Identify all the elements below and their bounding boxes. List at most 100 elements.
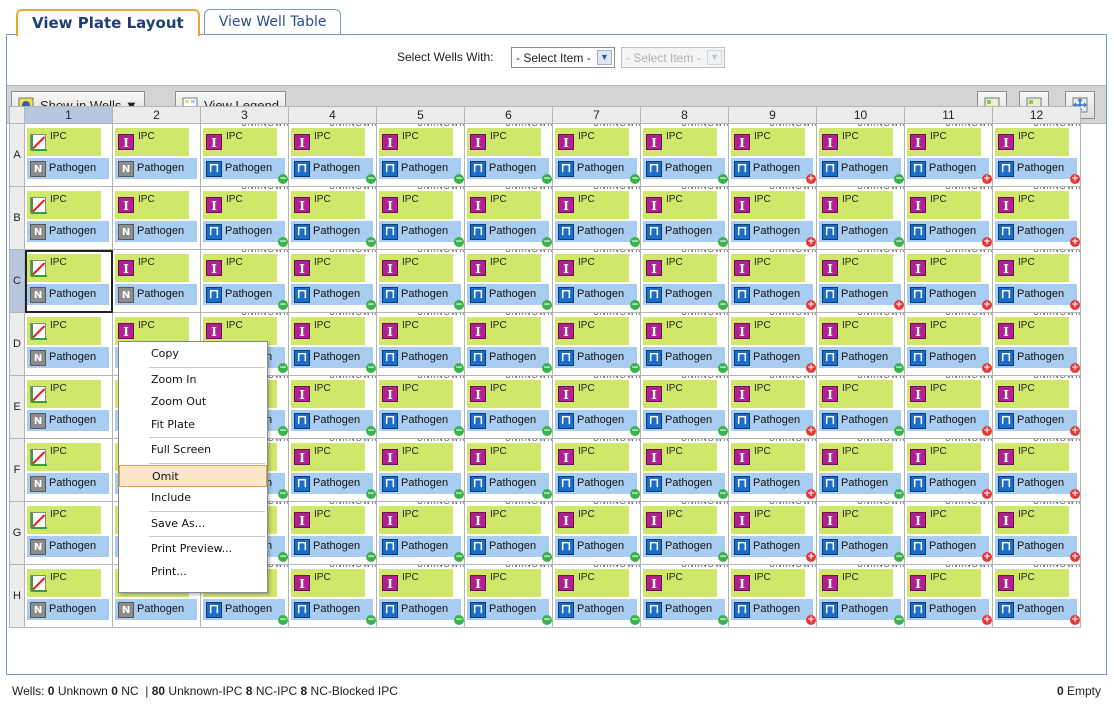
plate-well[interactable]: IPC N Pathogen	[24, 438, 113, 502]
menu-item-print-preview[interactable]: Print Preview...	[119, 538, 267, 560]
tab-view-plate-layout[interactable]: View Plate Layout	[16, 9, 200, 36]
plate-well[interactable]: UNKNOWN 3IIPC⊓Pathogen−	[376, 123, 465, 187]
column-header[interactable]: 5	[376, 106, 465, 124]
plate-well[interactable]: UNKNOWN 7IIPC⊓Pathogen+	[728, 186, 817, 250]
plate-well[interactable]: UNKNOWN 3IIPC⊓Pathogen−	[376, 186, 465, 250]
plate-well[interactable]: UNKNOWN 5IIPC⊓Pathogen−	[552, 312, 641, 376]
plate-well[interactable]: UNKNOWN 1IIPC⊓Pathogen−	[200, 186, 289, 250]
plate-well[interactable]: UNKNOWN 9IIPC⊓Pathogen+	[904, 186, 993, 250]
plate-well[interactable]: UNKNOWN 4IIPC⊓Pathogen−	[464, 375, 553, 439]
plate-well[interactable]: UNKNOWN 4IIPC⊓Pathogen−	[464, 249, 553, 313]
plate-well[interactable]: UNKNOWN 2IIPC⊓Pathogen−	[288, 501, 377, 565]
row-header[interactable]: H	[9, 564, 25, 628]
plate-well[interactable]: UNKNOWN 9IIPC⊓Pathogen+	[904, 312, 993, 376]
plate-well[interactable]: UNKNOWN 5IIPC⊓Pathogen−	[552, 249, 641, 313]
plate-well[interactable]: UNKNOWN 9IIPC⊓Pathogen+	[904, 501, 993, 565]
plate-well[interactable]: UNKNOWN 8IIPC⊓Pathogen−	[816, 186, 905, 250]
plate-well[interactable]: UNKNOWN 10IIPC⊓Pathogen+	[992, 375, 1081, 439]
tab-view-well-table[interactable]: View Well Table	[203, 9, 342, 36]
plate-well[interactable]: UNKNOWN 3IIPC⊓Pathogen−	[376, 564, 465, 628]
column-header[interactable]: 3	[200, 106, 289, 124]
plate-well[interactable]: UNKNOWN 3IIPC⊓Pathogen−	[376, 375, 465, 439]
column-header[interactable]: 6	[464, 106, 553, 124]
plate-well[interactable]: UNKNOWN 8IIPC⊓Pathogen−	[816, 501, 905, 565]
plate-well[interactable]: UNKNOWN 6IIPC⊓Pathogen−	[640, 249, 729, 313]
menu-item-print[interactable]: Print...	[119, 561, 267, 583]
menu-item-full-screen[interactable]: Full Screen	[119, 439, 267, 461]
column-header[interactable]: 11	[904, 106, 993, 124]
plate-well[interactable]: UNKNOWN 7IIPC⊓Pathogen+	[728, 375, 817, 439]
plate-well[interactable]: UNKNOWN 6IIPC⊓Pathogen−	[640, 564, 729, 628]
plate-well[interactable]: UNKNOWN 2IIPC⊓Pathogen−	[288, 564, 377, 628]
plate-well[interactable]: UNKNOWN 3IIPC⊓Pathogen−	[376, 501, 465, 565]
row-header[interactable]: G	[9, 501, 25, 565]
plate-well[interactable]: UNKNOWN 10IIPC⊓Pathogen+	[992, 123, 1081, 187]
plate-well[interactable]: UNKNOWN 4IIPC⊓Pathogen−	[464, 312, 553, 376]
plate-well[interactable]: UNKNOWN 10IIPC⊓Pathogen+	[992, 312, 1081, 376]
plate-well[interactable]: UNKNOWN 10IIPC⊓Pathogen+	[992, 501, 1081, 565]
column-header[interactable]: 2	[112, 106, 201, 124]
plate-well[interactable]: UNKNOWN 2IIPC⊓Pathogen−	[288, 123, 377, 187]
plate-well[interactable]: UNKNOWN 1IIPC⊓Pathogen−	[200, 123, 289, 187]
plate-well[interactable]: UNKNOWN 6IIPC⊓Pathogen−	[640, 375, 729, 439]
plate-well[interactable]: UNKNOWN 2IIPC⊓Pathogen−	[288, 312, 377, 376]
plate-well[interactable]: I IPC NPathogen	[112, 123, 201, 187]
menu-item-omit[interactable]: Omit	[119, 464, 267, 487]
plate-well[interactable]: UNKNOWN 7IIPC⊓Pathogen+	[728, 249, 817, 313]
plate-well[interactable]: UNKNOWN 6IIPC⊓Pathogen−	[640, 501, 729, 565]
plate-well[interactable]: UNKNOWN 6IIPC⊓Pathogen−	[640, 438, 729, 502]
plate-well[interactable]: UNKNOWN 4IIPC⊓Pathogen−	[464, 123, 553, 187]
plate-well[interactable]: UNKNOWN 9IIPC⊓Pathogen+	[904, 123, 993, 187]
column-header[interactable]: 1	[24, 106, 113, 124]
column-header[interactable]: 9	[728, 106, 817, 124]
plate-well[interactable]: UNKNOWN 1IIPC⊓Pathogen−	[200, 249, 289, 313]
menu-item-save-as[interactable]: Save As...	[119, 513, 267, 535]
plate-well[interactable]: UNKNOWN 2IIPC⊓Pathogen−	[288, 438, 377, 502]
column-header[interactable]: 8	[640, 106, 729, 124]
plate-well[interactable]: IPC N Pathogen	[24, 501, 113, 565]
menu-item-fit-plate[interactable]: Fit Plate	[119, 414, 267, 436]
plate-well[interactable]: UNKNOWN 10IIPC⊓Pathogen+	[992, 186, 1081, 250]
row-header[interactable]: D	[9, 312, 25, 376]
row-header[interactable]: C	[9, 249, 25, 313]
menu-item-zoom-out[interactable]: Zoom Out	[119, 391, 267, 413]
row-header[interactable]: E	[9, 375, 25, 439]
plate-well[interactable]: UNKNOWN 8IIPC⊓Pathogen−	[816, 564, 905, 628]
plate-well[interactable]: UNKNOWN 3IIPC⊓Pathogen−	[376, 438, 465, 502]
plate-well[interactable]: IPC N Pathogen	[24, 123, 113, 187]
plate-corner[interactable]	[9, 106, 25, 124]
plate-well[interactable]: UNKNOWN 7IIPC⊓Pathogen+	[728, 123, 817, 187]
plate-well[interactable]: UNKNOWN 5IIPC⊓Pathogen−	[552, 186, 641, 250]
plate-well[interactable]: UNKNOWN 6IIPC⊓Pathogen−	[640, 123, 729, 187]
plate-well[interactable]: IPC N Pathogen	[24, 312, 113, 376]
column-header[interactable]: 4	[288, 106, 377, 124]
menu-item-zoom-in[interactable]: Zoom In	[119, 369, 267, 391]
plate-well[interactable]: UNKNOWN 7IIPC⊓Pathogen+	[728, 312, 817, 376]
plate-well[interactable]: UNKNOWN 7IIPC⊓Pathogen+	[728, 501, 817, 565]
plate-well[interactable]: UNKNOWN 7IIPC⊓Pathogen+	[728, 438, 817, 502]
plate-well[interactable]: UNKNOWN 2IIPC⊓Pathogen−	[288, 375, 377, 439]
plate-well[interactable]: UNKNOWN 5IIPC⊓Pathogen−	[552, 375, 641, 439]
plate-well[interactable]: UNKNOWN 4IIPC⊓Pathogen−	[464, 564, 553, 628]
plate-well[interactable]: UNKNOWN 4IIPC⊓Pathogen−	[464, 438, 553, 502]
plate-well[interactable]: I IPC NPathogen	[112, 186, 201, 250]
plate-well[interactable]: UNKNOWN 8IIPC⊓Pathogen+	[816, 249, 905, 313]
plate-well[interactable]: UNKNOWN 8IIPC⊓Pathogen−	[816, 123, 905, 187]
plate-well[interactable]: UNKNOWN 5IIPC⊓Pathogen−	[552, 501, 641, 565]
plate-well[interactable]: IPC N Pathogen	[24, 375, 113, 439]
row-header[interactable]: F	[9, 438, 25, 502]
column-header[interactable]: 10	[816, 106, 905, 124]
plate-well[interactable]: UNKNOWN 8IIPC⊓Pathogen−	[816, 438, 905, 502]
plate-well[interactable]: UNKNOWN 9IIPC⊓Pathogen+	[904, 375, 993, 439]
plate-well[interactable]: UNKNOWN 3IIPC⊓Pathogen−	[376, 312, 465, 376]
plate-well[interactable]: UNKNOWN 2IIPC⊓Pathogen−	[288, 249, 377, 313]
row-header[interactable]: B	[9, 186, 25, 250]
plate-well[interactable]: UNKNOWN 7IIPC⊓Pathogen+	[728, 564, 817, 628]
row-header[interactable]: A	[9, 123, 25, 187]
plate-well[interactable]: UNKNOWN 10IIPC⊓Pathogen+	[992, 438, 1081, 502]
select-item-dropdown[interactable]: - Select Item - ▼	[511, 47, 615, 68]
plate-well[interactable]: UNKNOWN 5IIPC⊓Pathogen−	[552, 123, 641, 187]
menu-item-copy[interactable]: Copy	[119, 343, 267, 365]
chevron-down-icon[interactable]: ▼	[597, 50, 612, 65]
plate-well[interactable]: UNKNOWN 10IIPC⊓Pathogen+	[992, 249, 1081, 313]
